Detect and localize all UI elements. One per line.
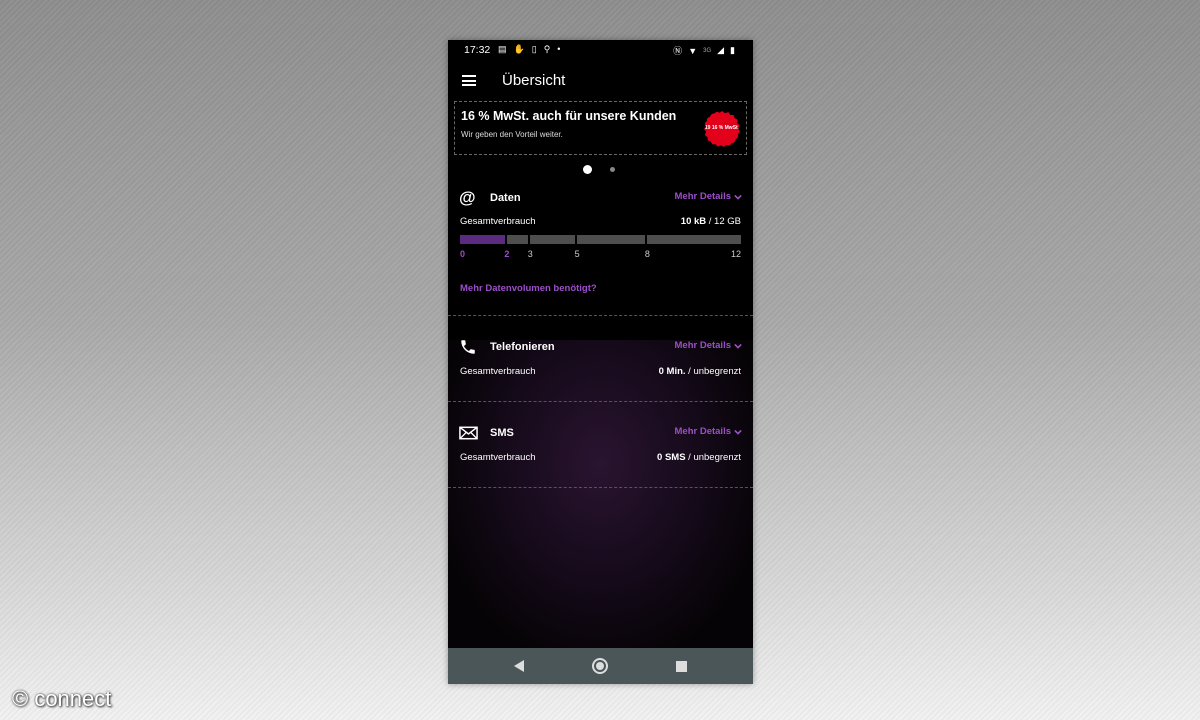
- phone-icon: ▯: [531, 44, 537, 54]
- battery-icon: ▮: [730, 45, 735, 55]
- scale-tick: 3: [527, 249, 533, 259]
- telefonieren-usage-value: 0 Min. / unbegrenzt: [659, 366, 741, 377]
- usage-bar-segment: [506, 235, 529, 244]
- sms-limit: / unbegrenzt: [688, 452, 741, 463]
- sms-title: SMS: [490, 427, 514, 439]
- status-icons-left: ▤ ✋ ▯ ⚲ •: [498, 44, 560, 55]
- sticker-text: 19 16 % MwSt.: [704, 125, 740, 132]
- phone-screen: 17:32 ▤ ✋ ▯ ⚲ • Ⓝ ▼ 3G ◢ ▮ Übersicht 16 …: [448, 40, 753, 684]
- back-icon[interactable]: [514, 660, 524, 672]
- network-type: 3G: [703, 47, 712, 54]
- carousel-dot-2[interactable]: [610, 167, 615, 172]
- daten-used: 10 kB: [680, 216, 707, 227]
- chevron-down-icon: [734, 343, 742, 349]
- page-title: Übersicht: [502, 72, 566, 89]
- divider: [448, 401, 753, 402]
- daten-limit: / 12 GB: [708, 216, 741, 227]
- sms-details-button[interactable]: Mehr Details: [675, 426, 743, 437]
- hand-icon: ✋: [513, 44, 525, 54]
- scale-tick: 12: [730, 249, 741, 259]
- telefonieren-title: Telefonieren: [490, 341, 555, 353]
- carousel-indicator: [448, 165, 753, 175]
- status-icons-right: Ⓝ ▼ 3G ◢ ▮: [673, 44, 735, 57]
- phone-icon: [461, 340, 475, 354]
- telefonieren-limit: / unbegrenzt: [688, 366, 741, 377]
- usage-bar-segment: [577, 235, 646, 244]
- telefonieren-details-label: Mehr Details: [674, 340, 732, 351]
- system-nav-bar: [448, 648, 753, 684]
- at-icon: @: [459, 188, 476, 207]
- scale-tick: 2: [504, 249, 510, 259]
- banner-title: 16 % MwSt. auch für unsere Kunden: [461, 109, 677, 123]
- signal-icon: ◢: [717, 45, 725, 55]
- recent-apps-icon[interactable]: [676, 661, 687, 672]
- scale-tick: 8: [644, 249, 650, 259]
- divider: [448, 487, 753, 488]
- wifi-icon: ▼: [688, 45, 698, 56]
- scale-tick: 0: [460, 249, 466, 259]
- telefonieren-usage-label: Gesamtverbrauch: [460, 366, 536, 377]
- data-usage-bar: [460, 235, 741, 244]
- watermark: © connect: [12, 686, 112, 711]
- usage-bar-segment: [647, 235, 741, 244]
- promo-banner[interactable]: 16 % MwSt. auch für unsere Kunden Wir ge…: [454, 101, 747, 155]
- envelope-icon: [459, 426, 478, 440]
- status-time: 17:32: [464, 44, 491, 56]
- sms-usage-label: Gesamtverbrauch: [460, 452, 536, 463]
- dot-icon: •: [557, 44, 561, 54]
- sms-usage-value: 0 SMS / unbegrenzt: [657, 452, 741, 463]
- telefonieren-details-button[interactable]: Mehr Details: [675, 340, 743, 351]
- usage-bar-segment: [530, 235, 576, 244]
- daten-details-label: Mehr Details: [674, 191, 732, 202]
- sticker-badge: 19 16 % MwSt.: [704, 111, 740, 147]
- status-bar: 17:32 ▤ ✋ ▯ ⚲ • Ⓝ ▼ 3G ◢ ▮: [448, 40, 753, 60]
- hamburger-icon[interactable]: [462, 75, 476, 86]
- daten-usage-label: Gesamtverbrauch: [460, 216, 536, 227]
- sms-details-label: Mehr Details: [674, 426, 732, 437]
- sms-used: 0 SMS: [657, 452, 686, 463]
- screen-background: [448, 340, 753, 648]
- banner-subtitle: Wir geben den Vorteil weiter.: [461, 130, 563, 139]
- telefonieren-used: 0 Min.: [658, 366, 686, 377]
- nfc-icon: Ⓝ: [673, 46, 683, 56]
- scale-tick: 5: [574, 249, 580, 259]
- app-bar: Übersicht: [448, 64, 753, 98]
- home-icon[interactable]: [592, 658, 608, 674]
- chevron-down-icon: [734, 194, 742, 200]
- keyhole-icon: ⚲: [543, 44, 551, 54]
- more-volume-link[interactable]: Mehr Datenvolumen benötigt?: [460, 283, 597, 294]
- divider: [448, 315, 753, 316]
- daten-usage-value: 10 kB / 12 GB: [681, 216, 741, 227]
- usage-bar-segment: [460, 235, 505, 244]
- daten-details-button[interactable]: Mehr Details: [675, 191, 743, 202]
- message-icon: ▤: [498, 44, 507, 54]
- daten-title: Daten: [490, 192, 521, 204]
- carousel-dot-1[interactable]: [583, 165, 592, 174]
- chevron-down-icon: [734, 429, 742, 435]
